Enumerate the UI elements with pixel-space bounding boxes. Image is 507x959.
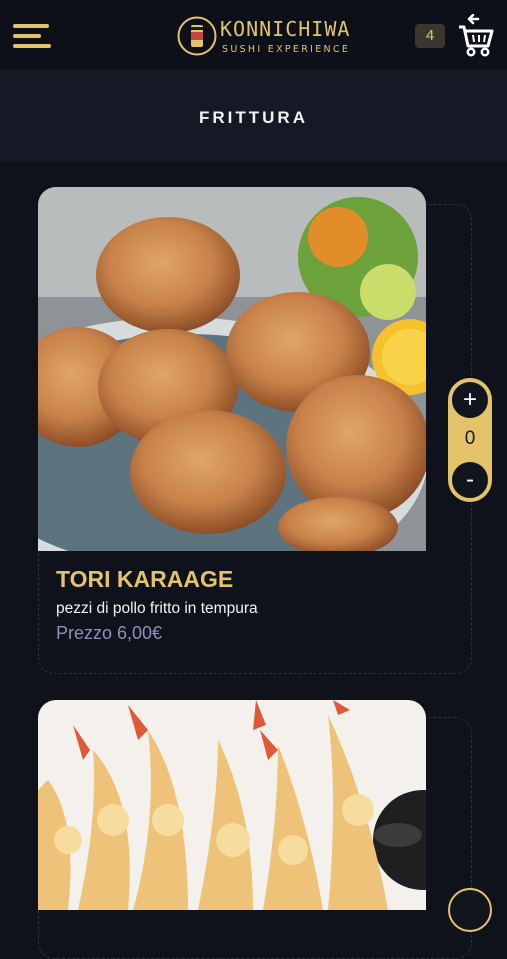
brand-tagline: SUSHI EXPERIENCE [222, 44, 351, 55]
increase-quantity-button[interactable]: + [450, 380, 490, 420]
increase-quantity-button[interactable] [448, 888, 492, 932]
brand-name: KONNICHIWA [220, 17, 351, 41]
section-title: FRITTURA [199, 108, 308, 127]
hamburger-menu-icon[interactable] [13, 24, 51, 50]
top-bar: KONNICHIWA SUSHI EXPERIENCE 4 [0, 0, 507, 70]
cart-count-badge: 4 [415, 24, 445, 48]
product-image-tempura-shrimp[interactable] [38, 700, 426, 910]
brand-logo[interactable]: KONNICHIWA SUSHI EXPERIENCE [176, 15, 349, 59]
section-header: FRITTURA [0, 70, 507, 162]
decrease-quantity-button[interactable]: - [450, 460, 490, 500]
sushi-roll-logo-icon [177, 16, 217, 56]
product-price: Prezzo 6,00€ [56, 623, 163, 643]
product-name: TORI KARAAGE [56, 566, 234, 592]
product-image-fried-chicken[interactable] [38, 187, 426, 551]
product-description: pezzi di pollo fritto in tempura [56, 600, 258, 617]
quantity-value: 0 [464, 428, 476, 449]
quantity-stepper: + 0 - [448, 378, 492, 502]
shopping-cart-icon[interactable] [456, 14, 496, 58]
